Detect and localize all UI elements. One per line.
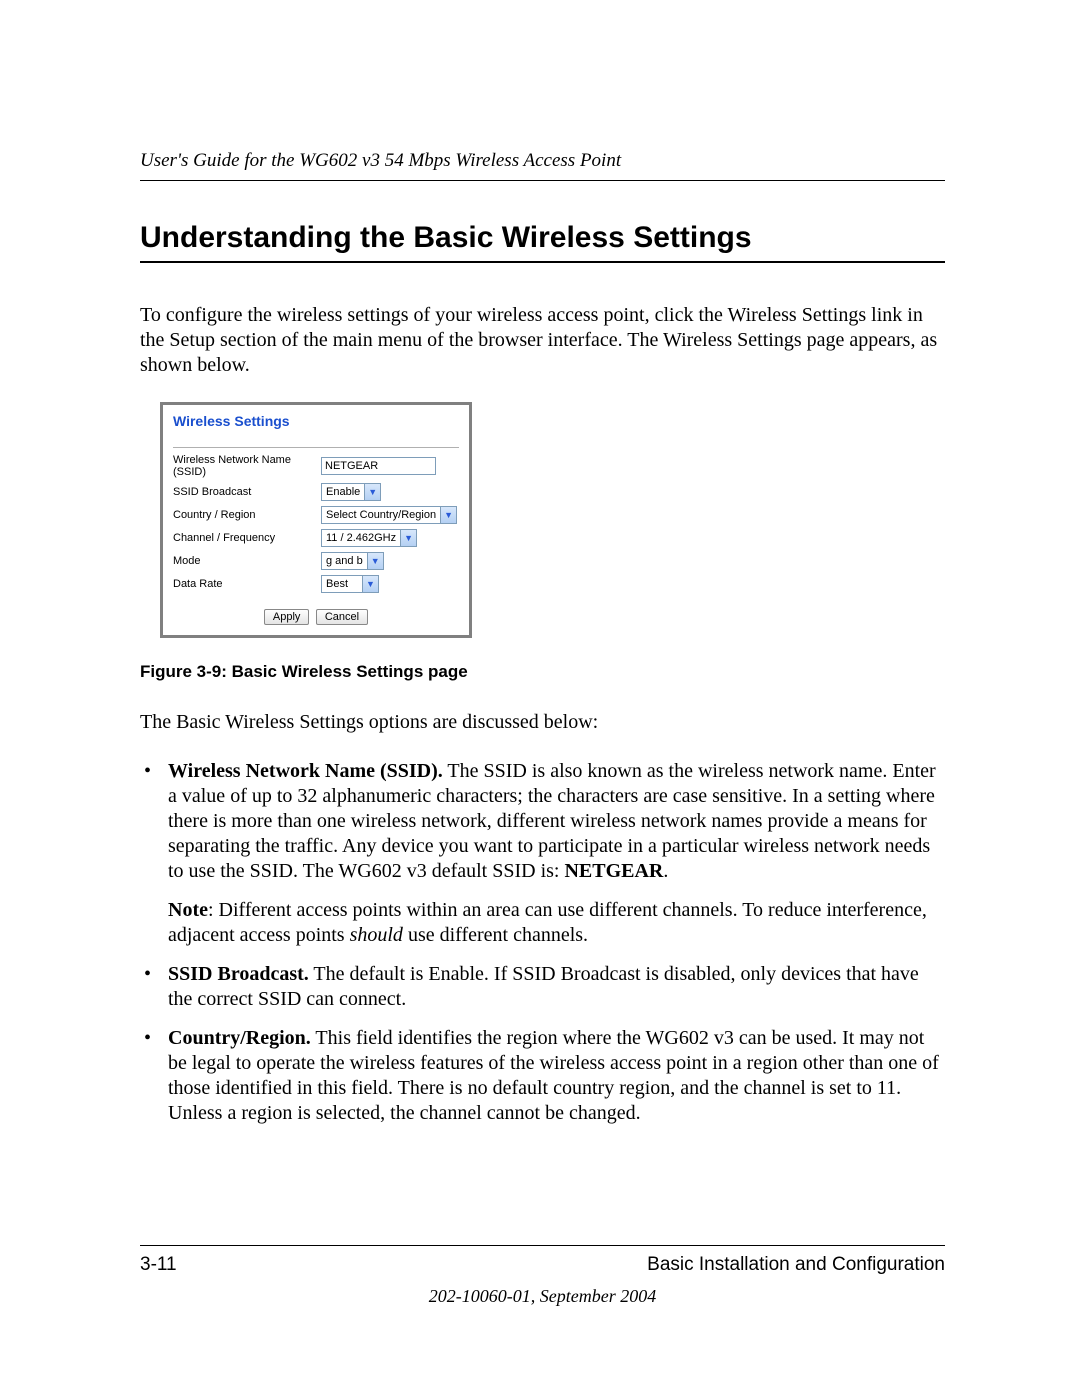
bullet-lead: Wireless Network Name (SSID). (168, 760, 443, 782)
chapter-title: Basic Installation and Configuration (647, 1254, 945, 1276)
note-paragraph: Note: Different access points within an … (168, 898, 945, 948)
country-value: Select Country/Region (322, 509, 440, 521)
data-rate-label: Data Rate (173, 578, 321, 590)
discussion-intro: The Basic Wireless Settings options are … (140, 710, 945, 735)
page-number: 3-11 (140, 1254, 177, 1276)
ssid-broadcast-select[interactable]: Enable ▼ (321, 483, 381, 501)
page-footer: 3-11 Basic Installation and Configuratio… (140, 1245, 945, 1307)
chevron-down-icon: ▼ (367, 553, 383, 569)
channel-select[interactable]: 11 / 2.462GHz ▼ (321, 529, 417, 547)
ssid-label: Wireless Network Name (SSID) (173, 454, 321, 478)
footer-rule (140, 1245, 945, 1246)
list-item: Country/Region. This field identifies th… (168, 1026, 945, 1126)
mode-value: g and b (322, 555, 367, 567)
ssid-input[interactable] (321, 457, 436, 475)
chevron-down-icon: ▼ (364, 484, 380, 500)
country-label: Country / Region (173, 509, 321, 521)
note-emph: should (350, 924, 403, 946)
panel-divider (173, 447, 459, 448)
data-rate-select[interactable]: Best ▼ (321, 575, 379, 593)
mode-select[interactable]: g and b ▼ (321, 552, 384, 570)
channel-value: 11 / 2.462GHz (322, 532, 400, 544)
running-header: User's Guide for the WG602 v3 54 Mbps Wi… (140, 150, 945, 172)
figure-caption: Figure 3-9: Basic Wireless Settings page (140, 662, 945, 682)
bullet-list: Wireless Network Name (SSID). The SSID i… (140, 759, 945, 1126)
bullet-lead: Country/Region. (168, 1027, 311, 1049)
chevron-down-icon: ▼ (440, 507, 456, 523)
ssid-broadcast-value: Enable (322, 486, 364, 498)
note-lead: Note (168, 899, 208, 921)
note-text: use different channels. (403, 924, 588, 946)
header-rule (140, 180, 945, 181)
bullet-lead: SSID Broadcast. (168, 963, 309, 985)
chevron-down-icon: ▼ (362, 576, 378, 592)
bullet-default: NETGEAR (564, 860, 663, 882)
bullet-text: . (663, 860, 668, 882)
data-rate-value: Best (322, 578, 362, 590)
cancel-button[interactable]: Cancel (316, 609, 368, 625)
chevron-down-icon: ▼ (400, 530, 416, 546)
country-select[interactable]: Select Country/Region ▼ (321, 506, 457, 524)
channel-label: Channel / Frequency (173, 532, 321, 544)
intro-paragraph: To configure the wireless settings of yo… (140, 303, 945, 378)
wireless-settings-panel: Wireless Settings Wireless Network Name … (160, 402, 472, 638)
mode-label: Mode (173, 555, 321, 567)
list-item: SSID Broadcast. The default is Enable. I… (168, 962, 945, 1012)
apply-button[interactable]: Apply (264, 609, 310, 625)
section-rule (140, 261, 945, 263)
list-item: Wireless Network Name (SSID). The SSID i… (168, 759, 945, 948)
doc-number: 202-10060-01, September 2004 (140, 1286, 945, 1307)
ssid-broadcast-label: SSID Broadcast (173, 486, 321, 498)
panel-title: Wireless Settings (173, 413, 459, 429)
section-heading: Understanding the Basic Wireless Setting… (140, 221, 945, 255)
